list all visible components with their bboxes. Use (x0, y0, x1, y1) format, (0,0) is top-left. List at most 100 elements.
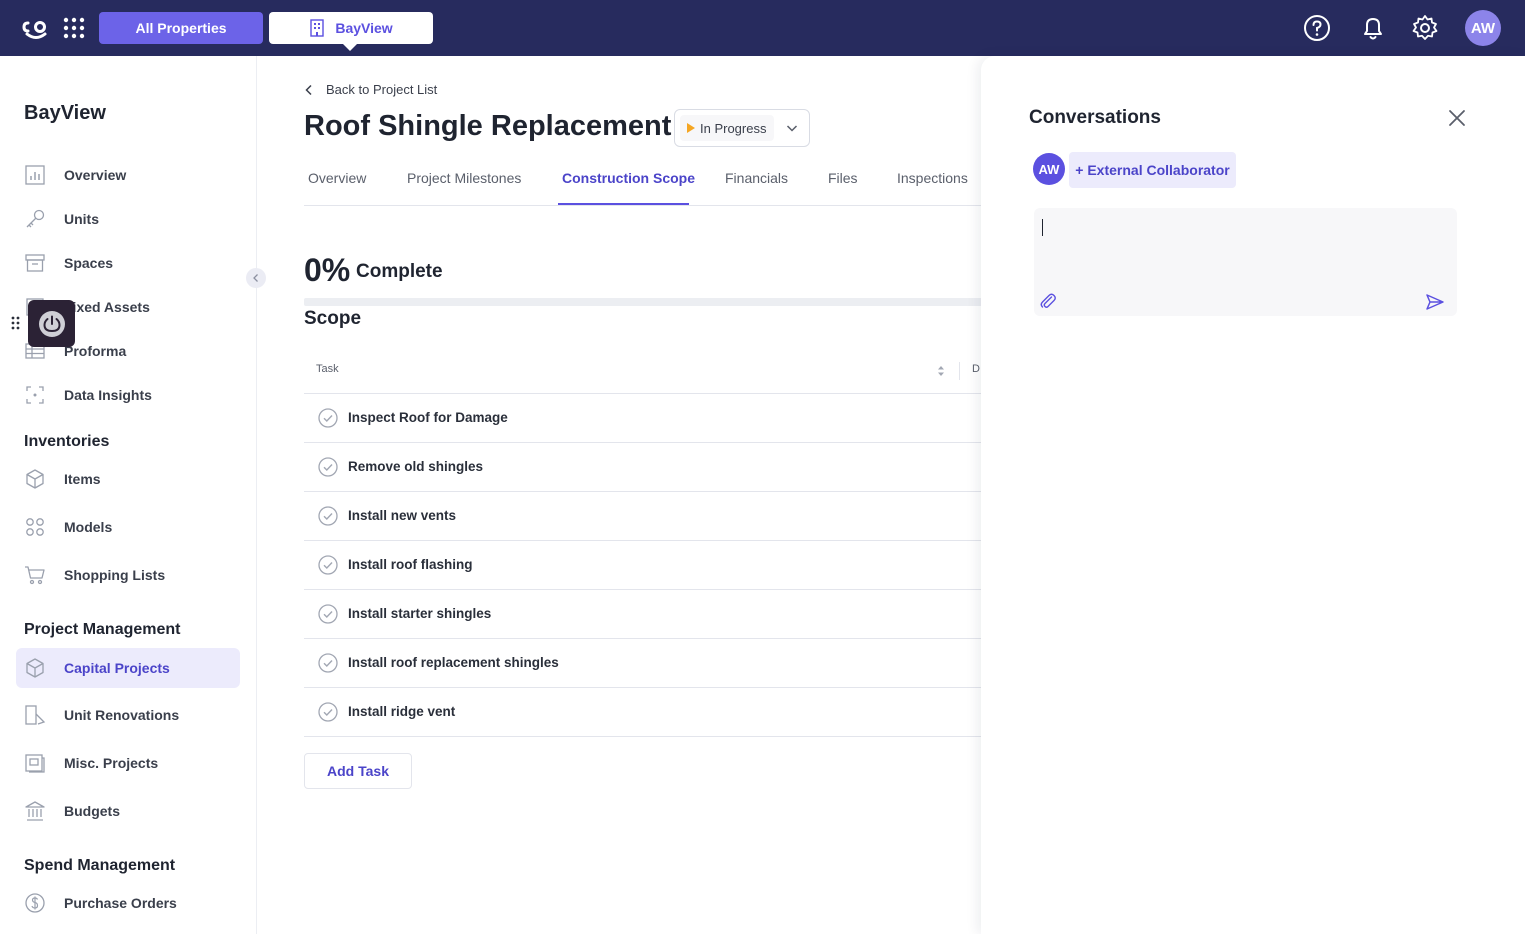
user-avatar[interactable]: AW (1465, 10, 1501, 46)
sidebar-item-label: Budgets (64, 803, 120, 819)
task-name: Remove old shingles (348, 459, 484, 474)
section-inventories: Inventories (24, 433, 110, 450)
tab-project-milestones[interactable]: Project Milestones (407, 170, 521, 186)
check-circle-icon[interactable] (318, 408, 338, 428)
page-title: Roof Shingle Replacement (304, 110, 672, 142)
sidebar-item-shopping-lists[interactable]: Shopping Lists (16, 555, 240, 595)
section-project-management: Project Management (24, 621, 181, 638)
active-tab-indicator (558, 203, 689, 205)
chevron-left-icon (305, 84, 312, 95)
key-icon (26, 209, 45, 228)
external-collaborator-label: + External Collaborator (1075, 162, 1230, 178)
sidebar-item-label: Unit Renovations (64, 707, 180, 723)
insights-icon (26, 386, 44, 404)
sidebar-item-label: Units (64, 211, 99, 227)
collapse-sidebar-button[interactable] (246, 268, 266, 288)
property-button[interactable]: BayView (269, 12, 433, 51)
sidebar-item-unit-renovations[interactable]: Unit Renovations (16, 695, 240, 735)
table-row[interactable]: Install roof flashing (304, 541, 984, 590)
paperclip-icon[interactable] (1039, 292, 1057, 310)
table-row[interactable]: Install new vents (304, 492, 984, 541)
box-icon (25, 254, 45, 272)
check-circle-icon[interactable] (318, 506, 338, 526)
bank-icon (25, 801, 45, 821)
sidebar-item-label: Proforma (64, 343, 127, 359)
sidebar-item-label: Items (64, 471, 101, 487)
tab-inspections[interactable]: Inspections (897, 170, 968, 186)
sort-icon[interactable] (936, 364, 946, 378)
conversations-panel: Conversations AW + External Collaborator (981, 56, 1525, 934)
sidebar-item-label: Misc. Projects (64, 755, 159, 771)
top-bar: All Properties BayView AW (0, 0, 1525, 56)
check-circle-icon[interactable] (318, 604, 338, 624)
task-name: Install roof replacement shingles (348, 655, 559, 670)
sidebar-item-purchase-orders[interactable]: Purchase Orders (16, 883, 240, 923)
sidebar-item-label: Data Insights (64, 387, 152, 403)
sidebar-item-spaces[interactable]: Spaces (16, 243, 240, 283)
chevron-down-icon (786, 125, 798, 132)
table-row[interactable]: Remove old shingles (304, 443, 984, 492)
task-name: Install ridge vent (348, 704, 456, 719)
sidebar-item-data-insights[interactable]: Data Insights (16, 375, 240, 415)
sidebar-item-label: Fixed Assets (64, 299, 150, 315)
cube-icon (26, 658, 44, 678)
all-properties-label: All Properties (135, 20, 227, 36)
tab-overview[interactable]: Overview (308, 170, 366, 186)
message-composer[interactable] (1034, 208, 1457, 316)
send-icon[interactable] (1425, 292, 1445, 312)
sidebar-item-budgets[interactable]: Budgets (16, 791, 240, 831)
column-header-task[interactable]: Task (316, 363, 339, 375)
help-icon[interactable] (1303, 14, 1331, 42)
chevron-left-icon (253, 274, 258, 282)
task-name: Inspect Roof for Damage (348, 410, 508, 425)
add-task-label: Add Task (327, 763, 389, 779)
table-row[interactable]: Install roof replacement shingles (304, 639, 984, 688)
apps-grid-icon[interactable] (62, 16, 86, 40)
play-icon (687, 123, 695, 133)
completion-progress-bar (304, 298, 984, 306)
power-icon (38, 310, 65, 337)
drag-handle-icon[interactable] (10, 315, 22, 331)
check-circle-icon[interactable] (318, 702, 338, 722)
table-row[interactable]: Inspect Roof for Damage (304, 394, 984, 443)
back-to-project-list-link[interactable]: Back to Project List (304, 82, 437, 97)
tab-construction-scope[interactable]: Construction Scope (562, 170, 695, 186)
property-label: BayView (335, 20, 393, 36)
sidebar-item-label: Shopping Lists (64, 567, 166, 583)
sidebar-item-capital-projects[interactable]: Capital Projects (16, 648, 240, 688)
add-external-collaborator-button[interactable]: + External Collaborator (1069, 152, 1236, 188)
bell-icon[interactable] (1359, 14, 1387, 42)
sidebar-item-items[interactable]: Items (16, 459, 240, 499)
sidebar-item-label: Capital Projects (64, 660, 170, 676)
sidebar-item-units[interactable]: Units (16, 199, 240, 239)
tab-files[interactable]: Files (828, 170, 858, 186)
all-properties-button[interactable]: All Properties (99, 12, 263, 44)
text-cursor (1042, 219, 1043, 236)
sidebar-item-label: Purchase Orders (64, 895, 177, 911)
logo-icon[interactable] (22, 15, 50, 41)
table-row[interactable]: Install ridge vent (304, 688, 984, 737)
sidebar-item-misc-projects[interactable]: Misc. Projects (16, 743, 240, 783)
back-link-label: Back to Project List (326, 82, 438, 97)
add-task-button[interactable]: Add Task (304, 753, 412, 789)
conversations-title: Conversations (1029, 107, 1161, 128)
column-header-d[interactable]: D (972, 363, 980, 375)
participant-avatar[interactable]: AW (1033, 153, 1065, 185)
status-dropdown[interactable]: In Progress (674, 109, 810, 147)
close-icon[interactable] (1447, 108, 1467, 128)
gear-icon[interactable] (1411, 14, 1439, 42)
chart-icon (25, 165, 45, 185)
sidebar-item-models[interactable]: Models (16, 507, 240, 547)
check-circle-icon[interactable] (318, 457, 338, 477)
cart-icon (25, 566, 45, 585)
sidebar-item-overview[interactable]: Overview (16, 155, 240, 195)
user-avatar-initials: AW (1470, 19, 1496, 37)
sidebar-item-label: Spaces (64, 255, 114, 271)
table-row[interactable]: Install starter shingles (304, 590, 984, 639)
table-header: Task D (304, 348, 984, 394)
floating-power-widget[interactable] (28, 300, 75, 347)
tab-financials[interactable]: Financials (725, 170, 788, 186)
cube-icon (26, 469, 44, 489)
check-circle-icon[interactable] (318, 555, 338, 575)
check-circle-icon[interactable] (318, 653, 338, 673)
